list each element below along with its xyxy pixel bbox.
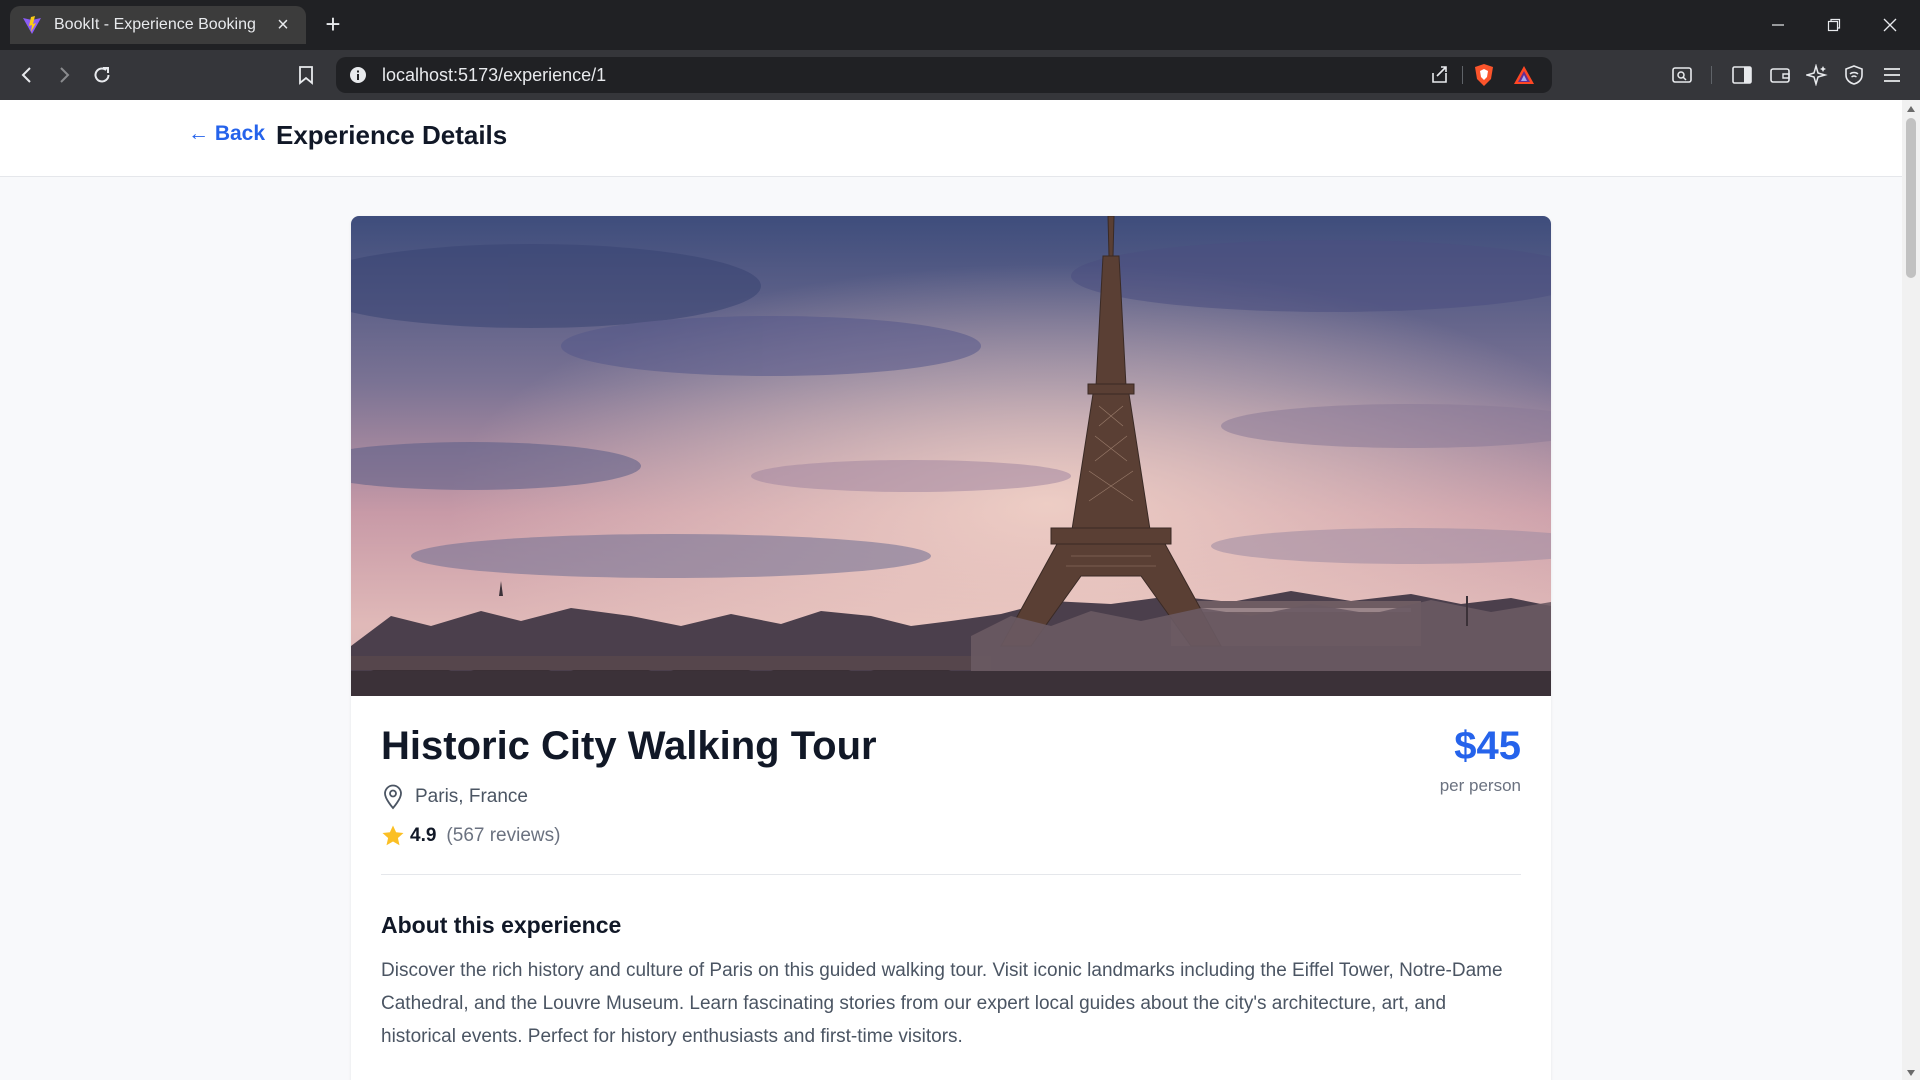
address-divider bbox=[1462, 66, 1463, 84]
url-text[interactable]: localhost:5173/experience/1 bbox=[382, 57, 606, 93]
sidebar-icon[interactable] bbox=[1726, 59, 1758, 91]
site-info-icon[interactable] bbox=[346, 63, 370, 87]
toolbar-divider bbox=[1711, 66, 1712, 84]
browser-toolbar: localhost:5173/experience/1 bbox=[0, 50, 1920, 100]
rating-value: 4.9 bbox=[410, 825, 437, 846]
bookmark-icon[interactable] bbox=[290, 59, 322, 91]
experience-hero-image bbox=[351, 216, 1551, 696]
reload-icon[interactable] bbox=[86, 59, 118, 91]
rating-row: 4.9 (567 reviews) bbox=[381, 824, 560, 848]
section-divider bbox=[381, 874, 1521, 875]
url-host: localhost bbox=[382, 65, 454, 85]
page-header: ← Back Experience Details bbox=[0, 100, 1902, 177]
review-count: (567 reviews) bbox=[446, 825, 561, 846]
back-link[interactable]: ← Back bbox=[188, 122, 265, 146]
minimize-icon[interactable] bbox=[1758, 10, 1798, 40]
map-pin-icon bbox=[381, 784, 405, 810]
experience-title: Historic City Walking Tour bbox=[381, 724, 877, 768]
vite-icon bbox=[22, 15, 42, 35]
brave-shield-icon[interactable] bbox=[1472, 63, 1496, 87]
wallet-icon[interactable] bbox=[1764, 59, 1796, 91]
experience-price: $45 bbox=[1454, 724, 1521, 768]
address-bar[interactable]: localhost:5173/experience/1 bbox=[336, 57, 1552, 93]
url-path: :5173/experience/1 bbox=[453, 65, 607, 85]
back-icon[interactable] bbox=[11, 59, 43, 91]
location-row: Paris, France bbox=[381, 784, 528, 810]
scroll-thumb[interactable] bbox=[1906, 118, 1916, 278]
about-description: Discover the rich history and culture of… bbox=[381, 960, 1503, 1047]
search-tabs-icon[interactable] bbox=[1666, 59, 1698, 91]
brave-rewards-icon[interactable] bbox=[1512, 63, 1536, 87]
menu-icon[interactable] bbox=[1876, 59, 1908, 91]
new-tab-button[interactable]: + bbox=[320, 11, 346, 38]
browser-tab-strip: BookIt - Experience Booking × + bbox=[0, 0, 1920, 50]
about-heading: About this experience bbox=[381, 912, 622, 938]
tab-title: BookIt - Experience Booking bbox=[54, 16, 256, 33]
leo-ai-icon[interactable] bbox=[1801, 59, 1833, 91]
forward-icon[interactable] bbox=[48, 59, 80, 91]
location-text: Paris, France bbox=[415, 786, 528, 807]
price-unit: per person bbox=[1439, 776, 1521, 795]
share-icon[interactable] bbox=[1428, 63, 1452, 87]
restore-icon[interactable] bbox=[1814, 10, 1854, 40]
page-title: Experience Details bbox=[276, 120, 508, 150]
close-tab-icon[interactable]: × bbox=[272, 14, 294, 36]
scroll-down-arrow-icon[interactable] bbox=[1907, 1070, 1915, 1076]
close-window-icon[interactable] bbox=[1870, 10, 1910, 40]
page-scrollbar[interactable] bbox=[1902, 100, 1920, 1080]
star-icon bbox=[381, 824, 405, 848]
vpn-icon[interactable] bbox=[1838, 59, 1870, 91]
scroll-up-arrow-icon[interactable] bbox=[1907, 106, 1915, 112]
experience-card: Historic City Walking Tour $45 per perso… bbox=[351, 216, 1551, 1080]
browser-tab[interactable]: BookIt - Experience Booking × bbox=[10, 6, 306, 44]
page-viewport: ← Back Experience Details Historic City … bbox=[0, 100, 1902, 1080]
